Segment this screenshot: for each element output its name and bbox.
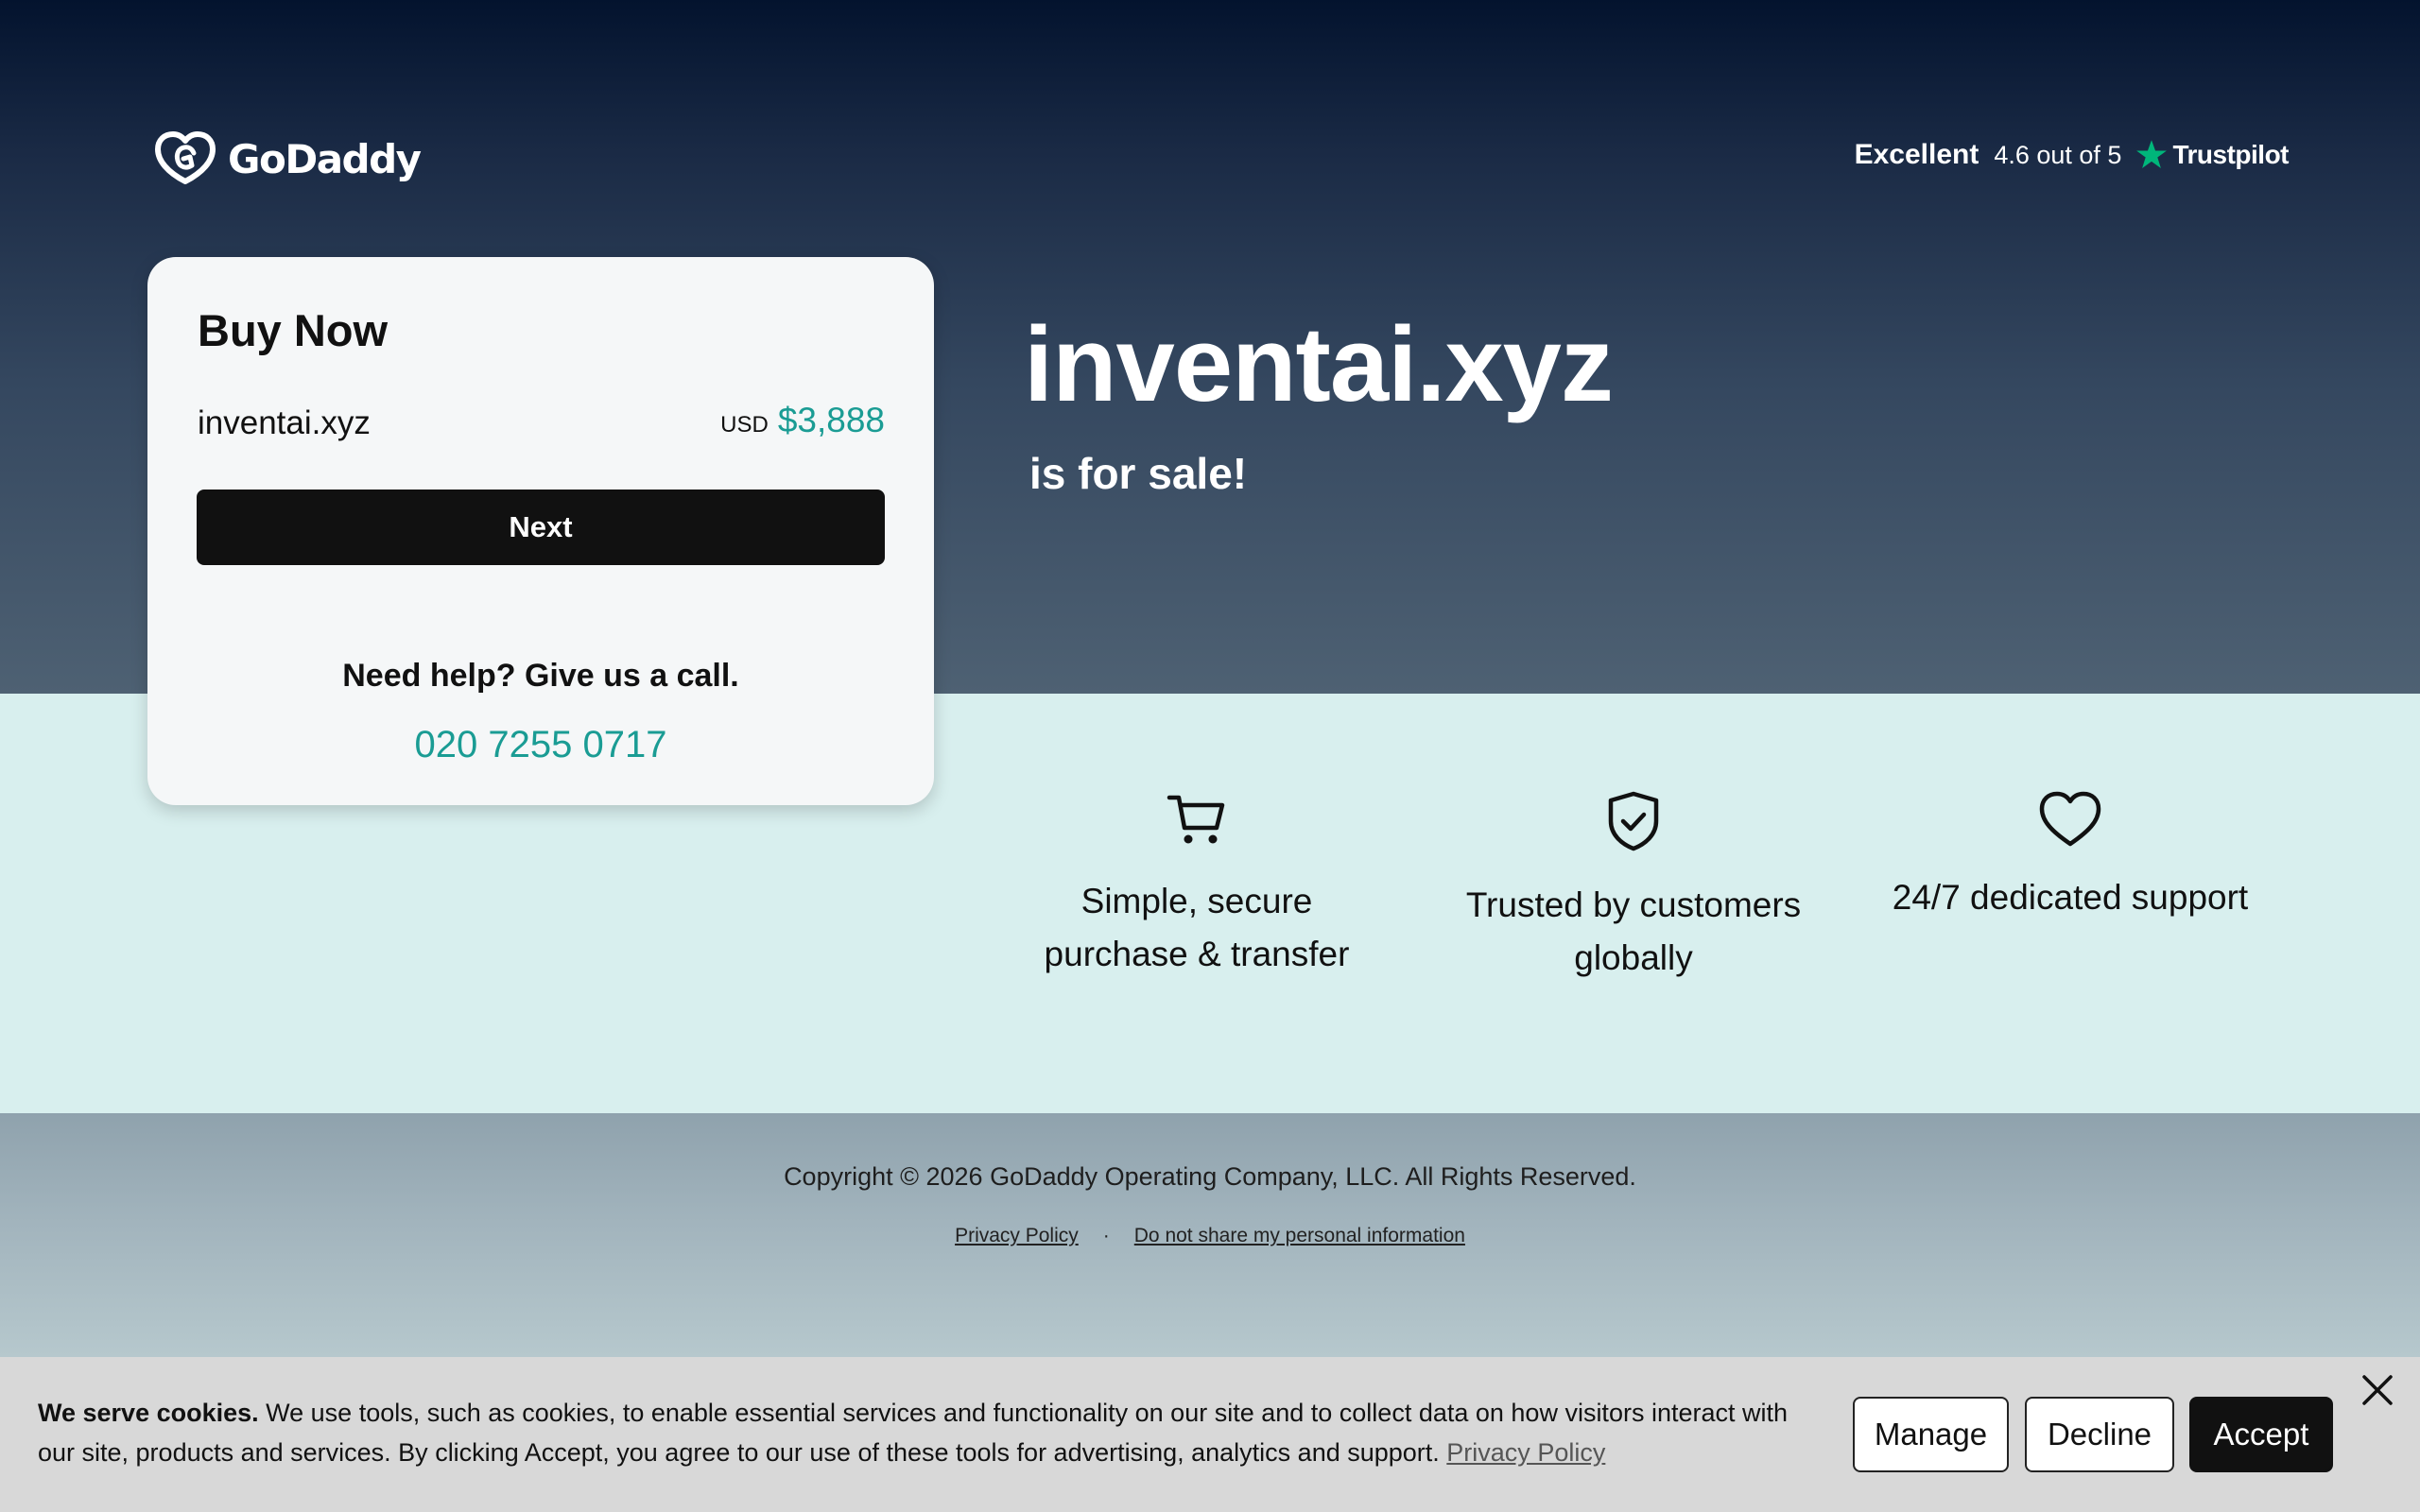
feature-support: 24/7 dedicated support: [1853, 790, 2288, 924]
price: USD $3,888: [720, 401, 885, 440]
feature-text: Trusted by customers globally: [1465, 885, 1802, 977]
godaddy-logo[interactable]: GoDaddy: [154, 130, 422, 187]
footer-links: Privacy Policy · Do not share my persona…: [0, 1225, 2420, 1247]
feature-text: Simple, secure purchase & transfer: [1044, 882, 1350, 973]
manage-button[interactable]: Manage: [1853, 1397, 2009, 1472]
next-button[interactable]: Next: [197, 490, 885, 565]
rating-score: 4.6 out of 5: [1994, 140, 2122, 169]
rating-label: Excellent: [1854, 139, 1979, 170]
trustpilot-brand: Trustpilot: [2135, 138, 2289, 172]
do-not-share-link[interactable]: Do not share my personal information: [1134, 1225, 1465, 1247]
domain-heading: inventai.xyz: [1024, 305, 1614, 423]
trustpilot-label: Trustpilot: [2172, 140, 2289, 169]
phone-link[interactable]: 020 7255 0717: [147, 724, 934, 766]
feature-trusted: Trusted by customers globally: [1435, 790, 1832, 985]
cookie-heading: We serve cookies.: [38, 1399, 259, 1427]
link-separator: ·: [1102, 1225, 1110, 1246]
feature-text: 24/7 dedicated support: [1892, 878, 2249, 917]
privacy-policy-link[interactable]: Privacy Policy: [955, 1225, 1079, 1247]
heart-icon: [2039, 791, 2101, 847]
accept-button[interactable]: Accept: [2189, 1397, 2333, 1472]
trustpilot-rating[interactable]: Excellent 4.6 out of 5 Trustpilot: [1854, 138, 2290, 172]
for-sale-subtitle: is for sale!: [1029, 449, 1248, 498]
logo-text: GoDaddy: [228, 135, 422, 182]
close-icon[interactable]: [2360, 1372, 2395, 1408]
trustpilot-star-icon: [2136, 140, 2168, 168]
cart-icon: [1167, 795, 1225, 844]
godaddy-logo-icon: [155, 131, 216, 184]
feature-secure-purchase: Simple, secure purchase & transfer: [1008, 790, 1386, 981]
copyright-text: Copyright © 2026 GoDaddy Operating Compa…: [784, 1162, 1636, 1191]
currency-label: USD: [720, 412, 769, 438]
cookie-privacy-link[interactable]: Privacy Policy: [1446, 1438, 1605, 1467]
decline-button[interactable]: Decline: [2025, 1397, 2174, 1472]
buy-now-card: Buy Now inventai.xyz USD $3,888 Next Nee…: [147, 257, 934, 805]
price-value: $3,888: [777, 401, 885, 439]
domain-name: inventai.xyz: [198, 404, 371, 441]
buy-now-title: Buy Now: [198, 305, 389, 355]
cookie-message: We serve cookies. We use tools, such as …: [38, 1393, 1796, 1472]
help-text: Need help? Give us a call.: [342, 658, 739, 694]
shield-check-icon: [1608, 791, 1659, 851]
